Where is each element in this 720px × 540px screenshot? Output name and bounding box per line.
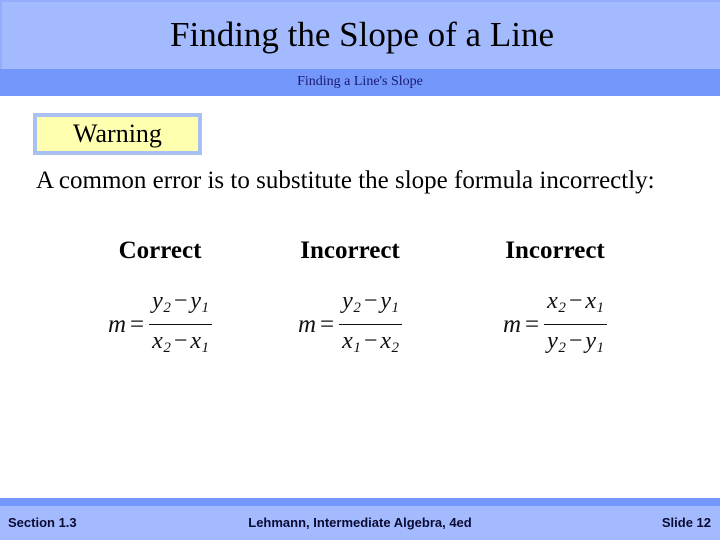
formula-column: Incorrect m = x2− x1 y2− y1	[455, 236, 655, 364]
num-second-var: y	[380, 288, 392, 314]
den-first-sub: 2	[558, 340, 566, 357]
den-first-sub: 2	[163, 340, 171, 357]
num-second-sub: 1	[201, 300, 210, 317]
page-title: Finding the Slope of a Line	[170, 15, 554, 54]
title-band: Finding the Slope of a Line	[0, 0, 720, 69]
slope-formula: m = y2− y1 x1− x2	[250, 285, 450, 364]
den-second-var: x	[190, 328, 202, 355]
fraction-numerator: y2− y1	[149, 285, 212, 324]
fraction-denominator: x1− x2	[339, 325, 402, 364]
num-operator: −	[568, 288, 583, 314]
den-second-sub: 1	[201, 340, 210, 357]
formula-lhs: m	[297, 310, 317, 338]
fraction: x2− x1 y2− y1	[544, 285, 608, 364]
den-second-var: y	[585, 328, 597, 355]
slide: Finding the Slope of a Line Finding a Li…	[0, 0, 720, 540]
column-header: Incorrect	[505, 237, 605, 264]
den-operator: −	[568, 328, 583, 355]
subtitle-band: Finding a Line's Slope	[0, 69, 720, 96]
den-second-var: x	[380, 328, 392, 355]
fraction: y2− y1 x1− x2	[339, 285, 403, 364]
formula-lhs: m	[502, 310, 522, 338]
num-second-sub: 1	[596, 300, 605, 317]
fraction-numerator: y2− y1	[339, 285, 402, 324]
num-first-var: y	[342, 288, 353, 314]
den-first-var: x	[152, 328, 163, 355]
den-second-sub: 2	[391, 340, 400, 357]
den-first-sub: 1	[353, 340, 361, 357]
formula-column: Incorrect m = y2− y1 x1− x2	[250, 236, 450, 364]
column-header: Incorrect	[300, 237, 400, 264]
slope-formula: m = x2− x1 y2− y1	[455, 285, 655, 364]
warning-label: Warning	[73, 119, 162, 148]
fraction-numerator: x2− x1	[544, 285, 607, 324]
formula-lhs: m	[107, 310, 127, 338]
num-second-var: x	[585, 288, 597, 314]
den-first-var: x	[342, 328, 353, 355]
num-first-sub: 2	[163, 300, 171, 317]
den-first-var: y	[547, 328, 558, 355]
column-header: Correct	[118, 237, 202, 264]
subtitle-text: Finding a Line's Slope	[297, 74, 423, 89]
footer-band: Section 1.3 Lehmann, Intermediate Algebr…	[0, 506, 720, 540]
slide-body: Warning A common error is to substitute …	[0, 96, 720, 498]
formula-columns: Correct m = y2−y1 x2−x1 Incorrect m =	[60, 236, 680, 466]
den-second-sub: 1	[596, 340, 605, 357]
fraction-denominator: x2− x1	[149, 325, 212, 364]
den-operator: −	[173, 328, 188, 355]
fraction: y2− y1 x2− x1	[149, 285, 213, 364]
intro-paragraph: A common error is to substitute the slop…	[36, 167, 655, 194]
footer-source: Lehmann, Intermediate Algebra, 4ed	[248, 515, 472, 530]
num-first-sub: 2	[353, 300, 361, 317]
footer-accent-strip	[0, 498, 720, 506]
fraction-denominator: y2− y1	[544, 325, 607, 364]
num-first-sub: 2	[558, 300, 566, 317]
num-second-var: y	[190, 288, 202, 314]
formula-equals: =	[525, 310, 540, 338]
num-operator: −	[173, 288, 188, 314]
formula-equals: =	[130, 310, 145, 338]
warning-callout: Warning	[33, 113, 202, 155]
num-first-var: y	[152, 288, 163, 314]
num-first-var: x	[547, 288, 558, 314]
formula-column: Correct m = y2− y1 x2− x1	[60, 236, 260, 364]
num-operator: −	[363, 288, 378, 314]
den-operator: −	[363, 328, 378, 355]
footer-slide-number: Slide 12	[661, 515, 711, 530]
slope-formula: m = y2− y1 x2− x1	[60, 285, 260, 364]
num-second-sub: 1	[391, 300, 400, 317]
formula-equals: =	[320, 310, 335, 338]
